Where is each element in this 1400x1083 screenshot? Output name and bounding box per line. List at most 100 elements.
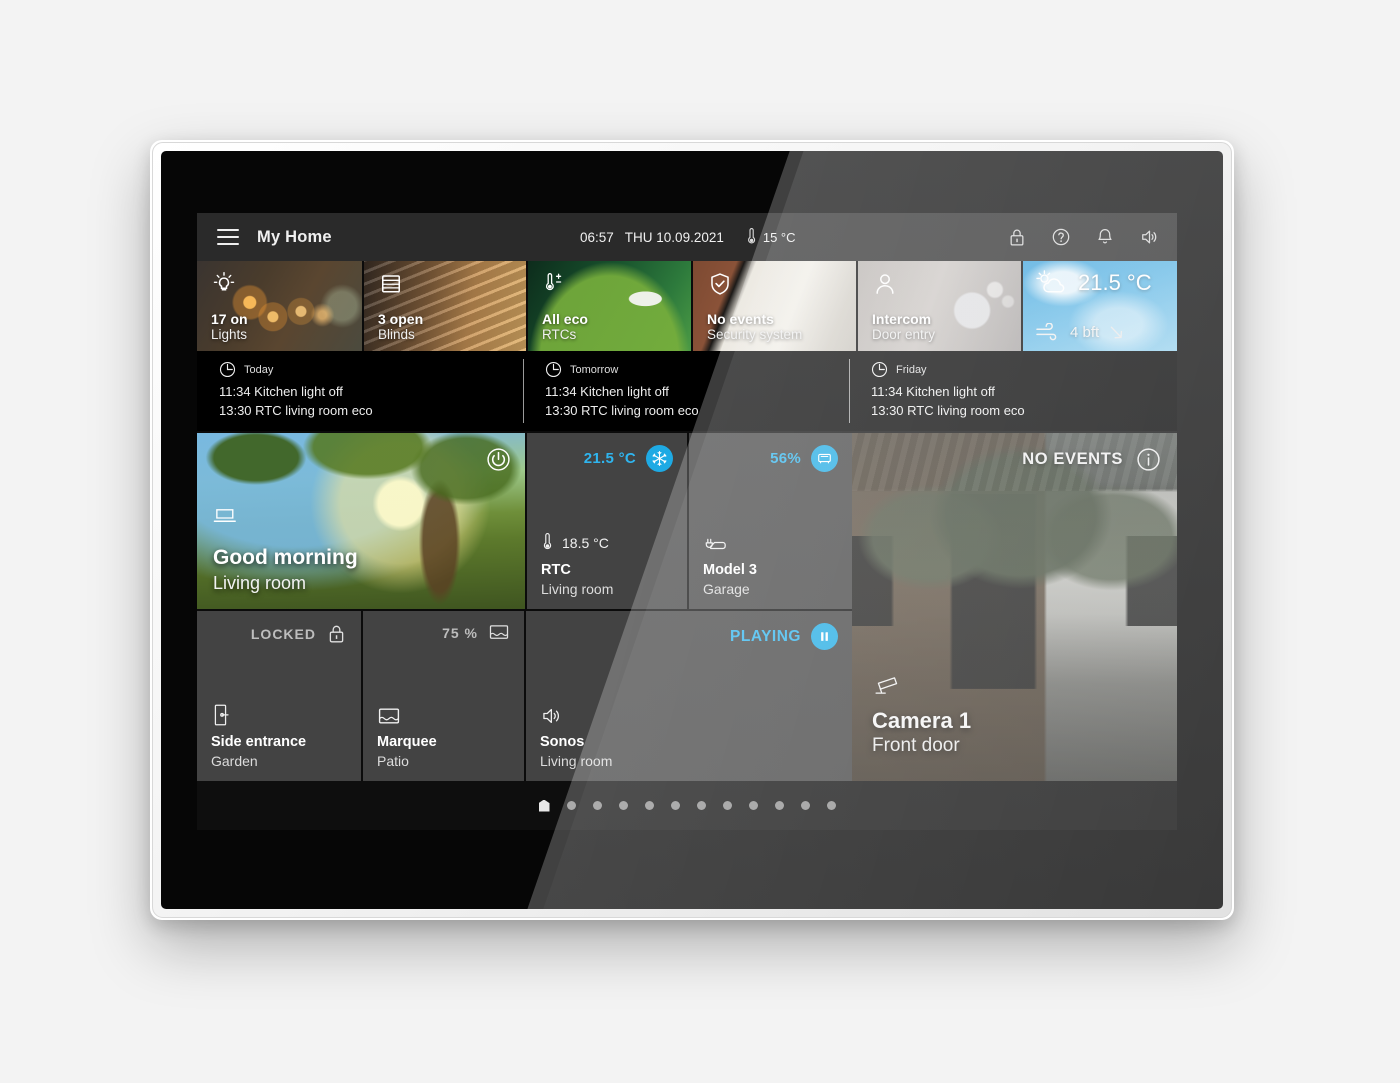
speaker-icon bbox=[543, 709, 559, 724]
tile-extension-percent: 75 % bbox=[442, 624, 478, 641]
volume-icon[interactable] bbox=[1139, 227, 1159, 247]
tile-name: Side entrance bbox=[211, 734, 307, 751]
snowflake-badge[interactable] bbox=[646, 445, 673, 472]
tile-label: Lights bbox=[211, 327, 248, 343]
tile-room: Patio bbox=[377, 753, 409, 770]
camera-status: NO EVENTS bbox=[1022, 450, 1123, 468]
header-icons bbox=[1007, 213, 1159, 261]
tile-status-group: 75 % bbox=[442, 623, 510, 642]
tile-label: RTCs bbox=[542, 327, 577, 343]
page-dot[interactable] bbox=[618, 801, 628, 810]
tile-status: All eco bbox=[542, 310, 588, 327]
tile-status: 3 open bbox=[378, 310, 424, 327]
tile-status-group: 56% bbox=[770, 445, 838, 472]
schedule-header: Today bbox=[219, 361, 523, 378]
tile-room: Garage bbox=[703, 581, 750, 598]
scene-title: Good morning bbox=[213, 546, 358, 570]
control-tile-sonos[interactable]: PLAYING Sonos Living room bbox=[526, 609, 852, 781]
schedule-header: Tomorrow bbox=[545, 361, 849, 378]
scene-tile-good-morning[interactable]: Good morning Living room bbox=[197, 431, 527, 609]
quick-tile-blinds[interactable]: 3 open Blinds bbox=[364, 261, 528, 351]
tile-footer: Sonos Living room bbox=[540, 705, 612, 771]
outdoor-temperature: 15 °C bbox=[745, 228, 796, 246]
page-dot[interactable] bbox=[592, 801, 602, 810]
pause-badge[interactable] bbox=[811, 623, 838, 650]
info-icon[interactable] bbox=[1136, 447, 1161, 472]
hamburger-menu-icon[interactable] bbox=[217, 229, 239, 245]
camera-panel[interactable]: NO EVENTS Camera 1 Front door bbox=[852, 431, 1177, 781]
clock-icon bbox=[871, 361, 888, 378]
weather-top: 21.5 °C bbox=[1035, 269, 1152, 297]
control-tile-model-3[interactable]: 56% Model 3 Garage bbox=[689, 431, 852, 609]
quick-tile-rtcs[interactable]: All eco RTCs bbox=[528, 261, 693, 351]
schedule-friday[interactable]: Friday 11:34 Kitchen light off 13:30 RTC… bbox=[849, 351, 1177, 431]
tile-room: Garden bbox=[211, 753, 258, 770]
tile-current-value: 18.5 °C bbox=[562, 534, 609, 551]
header-bar: My Home 06:57 THU 10.09.2021 15 °C bbox=[197, 213, 1177, 261]
camera-text: Camera 1 Front door bbox=[872, 707, 971, 759]
notification-bell-icon[interactable] bbox=[1095, 227, 1115, 247]
lock-closed-icon[interactable] bbox=[326, 623, 347, 644]
clock-block: 06:57 THU 10.09.2021 15 °C bbox=[580, 213, 796, 261]
page-dot[interactable] bbox=[670, 801, 680, 810]
page-dot[interactable] bbox=[644, 801, 654, 810]
ev-car-icon bbox=[818, 453, 831, 464]
home-icon[interactable] bbox=[538, 799, 550, 812]
awning-icon[interactable] bbox=[488, 623, 510, 642]
clock-icon bbox=[219, 361, 236, 378]
blinds-icon bbox=[382, 275, 400, 293]
page-dot[interactable] bbox=[566, 801, 576, 810]
tile-room: Living room bbox=[541, 581, 614, 598]
page-dot[interactable] bbox=[800, 801, 810, 810]
page-dot[interactable] bbox=[774, 801, 784, 810]
clock-icon bbox=[545, 361, 562, 378]
power-icon[interactable] bbox=[486, 447, 511, 472]
person-icon bbox=[876, 274, 894, 294]
tile-name: Model 3 bbox=[703, 562, 757, 579]
page-dot[interactable] bbox=[722, 801, 732, 810]
page-dot[interactable] bbox=[826, 801, 836, 810]
wind-icon bbox=[1036, 323, 1057, 341]
page-dot[interactable] bbox=[696, 801, 706, 810]
quick-tile-security[interactable]: No events Security system bbox=[693, 261, 858, 351]
page-indicator bbox=[197, 781, 1177, 830]
tile-status: Intercom bbox=[872, 310, 932, 327]
snowflake-icon bbox=[652, 450, 667, 467]
control-row-lower: LOCKED Side entrance Garden 75 % Marquee… bbox=[197, 609, 852, 781]
quick-tile-intercom[interactable]: Intercom Door entry bbox=[858, 261, 1023, 351]
tile-footer: 18.5 °C RTC Living room bbox=[541, 533, 613, 599]
thermometer-icon bbox=[543, 533, 552, 550]
schedule-tomorrow[interactable]: Tomorrow 11:34 Kitchen light off 13:30 R… bbox=[523, 351, 849, 431]
control-tile-side-entrance[interactable]: LOCKED Side entrance Garden bbox=[197, 609, 363, 781]
cctv-camera-icon bbox=[875, 677, 898, 694]
quick-tile-lights[interactable]: 17 on Lights bbox=[197, 261, 364, 351]
page-dot[interactable] bbox=[748, 801, 758, 810]
lock-icon[interactable] bbox=[1007, 227, 1027, 247]
schedule-event: 13:30 RTC living room eco bbox=[545, 402, 699, 418]
tile-name: RTC bbox=[541, 562, 571, 579]
page-title: My Home bbox=[257, 227, 332, 246]
tile-setpoint: 21.5 °C bbox=[583, 450, 636, 467]
weather-wind: 4 bft bbox=[1070, 323, 1100, 341]
tile-text: All eco RTCs bbox=[542, 311, 588, 343]
tile-current-reading: 18.5 °C bbox=[541, 533, 613, 552]
tile-label: Door entry bbox=[872, 327, 936, 343]
schedule-event: 11:34 Kitchen light off bbox=[871, 384, 995, 399]
current-time: 06:57 bbox=[580, 229, 614, 245]
lightbulb-icon bbox=[213, 272, 235, 291]
weather-tile[interactable]: 21.5 °C 4 bft bbox=[1023, 261, 1177, 351]
control-tile-rtc[interactable]: 21.5 °C 18.5 °C RTC Living room bbox=[527, 431, 689, 609]
tile-lock-state: LOCKED bbox=[250, 625, 316, 642]
camera-status-group: NO EVENTS bbox=[1022, 447, 1161, 472]
schedule-header: Friday bbox=[871, 361, 1177, 378]
door-handle-icon bbox=[214, 704, 229, 726]
schedule-today[interactable]: Today 11:34 Kitchen light off 13:30 RTC … bbox=[197, 351, 523, 431]
control-tile-marquee[interactable]: 75 % Marquee Patio bbox=[363, 609, 526, 781]
camera-title: Camera 1 bbox=[872, 707, 972, 733]
tile-status-group: LOCKED bbox=[251, 623, 347, 644]
tile-play-state: PLAYING bbox=[730, 627, 801, 645]
help-icon[interactable] bbox=[1051, 227, 1071, 247]
ev-car-badge[interactable] bbox=[811, 445, 838, 472]
arrow-down-right-icon bbox=[1110, 326, 1123, 338]
schedule-day: Today bbox=[244, 363, 274, 376]
